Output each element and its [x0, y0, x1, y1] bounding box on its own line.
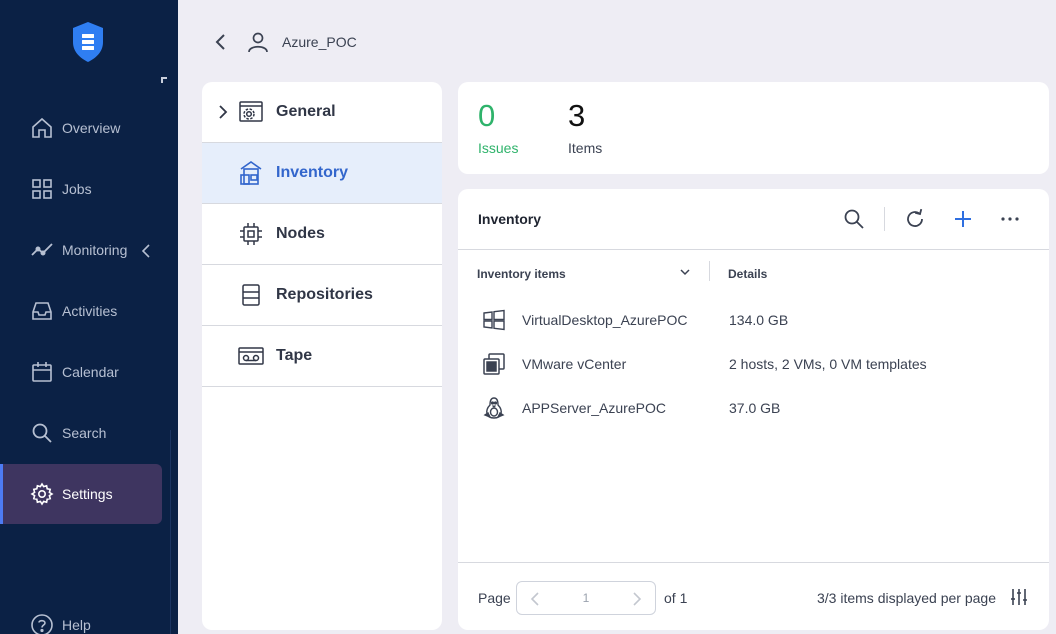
sidebar-collapse-handle[interactable]: [161, 77, 167, 83]
menu-item-general[interactable]: General: [202, 82, 442, 143]
database-icon: [242, 284, 260, 306]
issues-count: 0: [478, 98, 496, 133]
page-number-field[interactable]: 1: [516, 581, 656, 615]
sidebar: Overview Jobs Monitoring Activities Cale…: [0, 0, 178, 634]
inbox-icon: [32, 302, 52, 320]
add-icon[interactable]: [951, 207, 975, 231]
menu-item-label: Tape: [276, 347, 313, 364]
inventory-title: Inventory: [478, 211, 542, 227]
more-options-icon[interactable]: [998, 207, 1022, 231]
chevron-left-icon: [141, 244, 150, 258]
table-row[interactable]: APPServer_AzurePOC 37.0 GB: [458, 386, 1049, 430]
help-icon: [31, 614, 53, 634]
chip-icon: [240, 223, 262, 245]
menu-item-label: Nodes: [276, 225, 325, 242]
inventory-panel: Inventory Inventory items Details Virtua…: [458, 189, 1049, 630]
back-arrow-icon[interactable]: [212, 32, 230, 52]
settings-panel-icon: [239, 101, 263, 122]
sidebar-item-search[interactable]: Search: [0, 403, 162, 463]
breadcrumb: Azure_POC: [282, 34, 357, 50]
header-divider: [458, 249, 1049, 250]
sidebar-scroll-track: [170, 430, 171, 634]
column-resizer[interactable]: [709, 261, 710, 281]
menu-item-label: General: [276, 103, 336, 120]
sidebar-item-help[interactable]: Help: [0, 595, 162, 634]
items-count: 3: [568, 98, 586, 133]
menu-item-label: Inventory: [276, 164, 349, 181]
summary-stats-panel: 0 Issues 3 Items: [458, 82, 1049, 174]
inventory-item-details: 134.0 GB: [729, 312, 789, 328]
chevron-down-icon[interactable]: [679, 267, 691, 277]
settings-menu-panel: General Inventory Nodes Repositories Tap…: [202, 82, 442, 630]
inventory-icon: [240, 161, 262, 185]
sidebar-item-jobs[interactable]: Jobs: [0, 159, 162, 219]
sidebar-item-settings[interactable]: Settings: [0, 464, 162, 524]
linux-icon: [483, 397, 505, 419]
vmware-icon: [483, 353, 505, 375]
table-row[interactable]: VirtualDesktop_AzurePOC 134.0 GB: [458, 298, 1049, 342]
column-header-inventory-items[interactable]: Inventory items: [477, 267, 566, 281]
chevron-right-icon[interactable]: [217, 104, 229, 120]
items-per-page-text: 3/3 items displayed per page: [817, 590, 996, 606]
chevron-right-icon[interactable]: [631, 591, 643, 607]
gear-icon: [30, 482, 54, 506]
app-logo-icon: [73, 22, 103, 62]
inventory-item-details: 37.0 GB: [729, 400, 781, 416]
table-row[interactable]: VMware vCenter 2 hosts, 2 VMs, 0 VM temp…: [458, 342, 1049, 386]
menu-item-label: Repositories: [276, 286, 373, 303]
sidebar-item-calendar[interactable]: Calendar: [0, 342, 162, 402]
inventory-item-name: VMware vCenter: [522, 356, 627, 372]
menu-item-repositories[interactable]: Repositories: [202, 265, 442, 326]
items-label: Items: [568, 140, 603, 156]
issues-label: Issues: [478, 140, 519, 156]
inventory-item-name: APPServer_AzurePOC: [522, 400, 666, 416]
search-icon[interactable]: [842, 207, 866, 231]
sidebar-item-label: Search: [62, 425, 107, 441]
pagination-total: of 1: [664, 590, 688, 606]
sidebar-item-label: Overview: [62, 120, 121, 136]
sidebar-item-label: Calendar: [62, 364, 119, 380]
inventory-item-name: VirtualDesktop_AzurePOC: [522, 312, 688, 328]
menu-item-nodes[interactable]: Nodes: [202, 204, 442, 265]
tape-icon: [238, 347, 264, 365]
toolbar-divider: [884, 207, 885, 231]
footer-divider: [458, 562, 1049, 563]
inventory-item-details: 2 hosts, 2 VMs, 0 VM templates: [729, 356, 927, 372]
sidebar-item-label: Activities: [62, 303, 118, 319]
chart-line-icon: [31, 243, 53, 256]
refresh-icon[interactable]: [903, 207, 927, 231]
user-icon: [248, 32, 268, 53]
home-icon: [32, 117, 52, 138]
pagination-page-label: Page: [478, 590, 511, 606]
sidebar-item-label: Settings: [62, 486, 113, 502]
sidebar-item-overview[interactable]: Overview: [0, 98, 162, 158]
sidebar-item-activities[interactable]: Activities: [0, 281, 162, 341]
sliders-icon[interactable]: [1009, 587, 1029, 607]
sidebar-item-label: Help: [62, 617, 91, 633]
sidebar-item-label: Monitoring: [62, 242, 128, 258]
search-icon: [32, 423, 52, 443]
sidebar-item-monitoring[interactable]: Monitoring: [0, 220, 162, 280]
sidebar-item-label: Jobs: [62, 181, 92, 197]
column-header-details[interactable]: Details: [728, 267, 767, 281]
menu-item-inventory[interactable]: Inventory: [202, 143, 442, 204]
windows-icon: [483, 309, 505, 331]
calendar-icon: [32, 362, 52, 382]
menu-item-tape[interactable]: Tape: [202, 326, 442, 387]
grid-icon: [32, 179, 52, 199]
